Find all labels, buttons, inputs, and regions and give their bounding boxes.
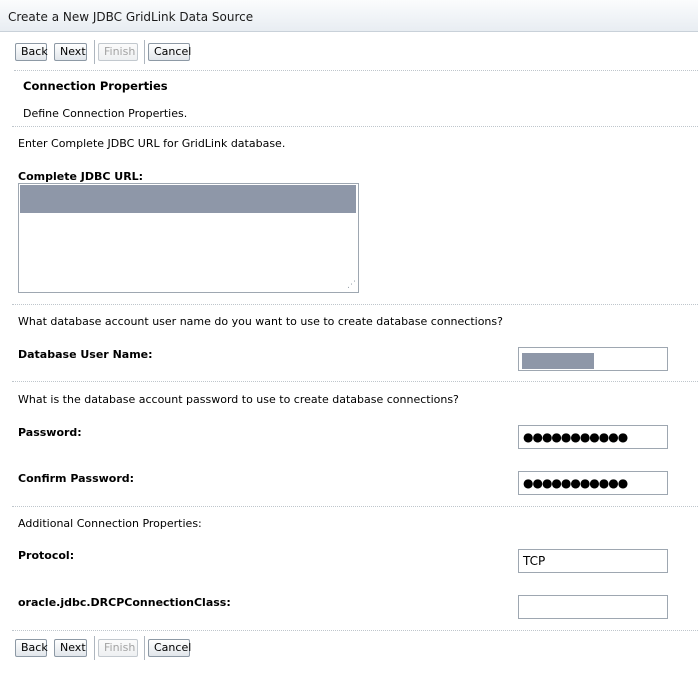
url-label: Complete JDBC URL: bbox=[18, 170, 144, 183]
password-label: Password: bbox=[18, 426, 82, 439]
back-button-bottom[interactable]: Back bbox=[15, 639, 48, 657]
confirm-password-input[interactable]: ●●●●●●●●●●● bbox=[518, 471, 668, 495]
button-separator bbox=[94, 40, 95, 64]
next-button-bottom[interactable]: Next bbox=[54, 639, 87, 657]
divider bbox=[12, 630, 698, 631]
finish-button-top[interactable]: Finish bbox=[98, 43, 138, 61]
cancel-button-top[interactable]: Cancel bbox=[148, 43, 191, 61]
divider bbox=[12, 506, 698, 507]
button-separator bbox=[144, 40, 145, 64]
back-button-top[interactable]: Back bbox=[15, 43, 48, 61]
password-prompt: What is the database account password to… bbox=[18, 393, 459, 406]
page-title: Create a New JDBC GridLink Data Source bbox=[8, 10, 254, 24]
divider bbox=[12, 381, 698, 382]
confirm-password-label: Confirm Password: bbox=[18, 472, 135, 485]
section-title: Connection Properties bbox=[23, 79, 168, 93]
additional-prompt: Additional Connection Properties: bbox=[18, 517, 202, 530]
url-prompt: Enter Complete JDBC URL for GridLink dat… bbox=[18, 137, 286, 150]
button-separator bbox=[94, 636, 95, 660]
protocol-label: Protocol: bbox=[18, 549, 75, 562]
divider bbox=[12, 126, 698, 127]
drcp-class-input[interactable] bbox=[518, 595, 668, 619]
divider bbox=[12, 304, 698, 305]
section-description: Define Connection Properties. bbox=[23, 107, 188, 120]
username-selected-text bbox=[522, 353, 594, 369]
password-input[interactable]: ●●●●●●●●●●● bbox=[518, 425, 668, 449]
divider bbox=[14, 70, 698, 71]
finish-button-bottom[interactable]: Finish bbox=[98, 639, 138, 657]
next-button-top[interactable]: Next bbox=[54, 43, 87, 61]
protocol-input[interactable]: TCP bbox=[518, 549, 668, 573]
username-prompt: What database account user name do you w… bbox=[18, 315, 503, 328]
drcp-class-label: oracle.jdbc.DRCPConnectionClass: bbox=[18, 596, 231, 609]
page-header: Create a New JDBC GridLink Data Source bbox=[0, 0, 698, 32]
resize-grip-icon[interactable]: ⋰ bbox=[347, 280, 357, 290]
url-selected-text bbox=[20, 185, 356, 213]
username-label: Database User Name: bbox=[18, 348, 153, 361]
cancel-button-bottom[interactable]: Cancel bbox=[148, 639, 191, 657]
button-separator bbox=[144, 636, 145, 660]
